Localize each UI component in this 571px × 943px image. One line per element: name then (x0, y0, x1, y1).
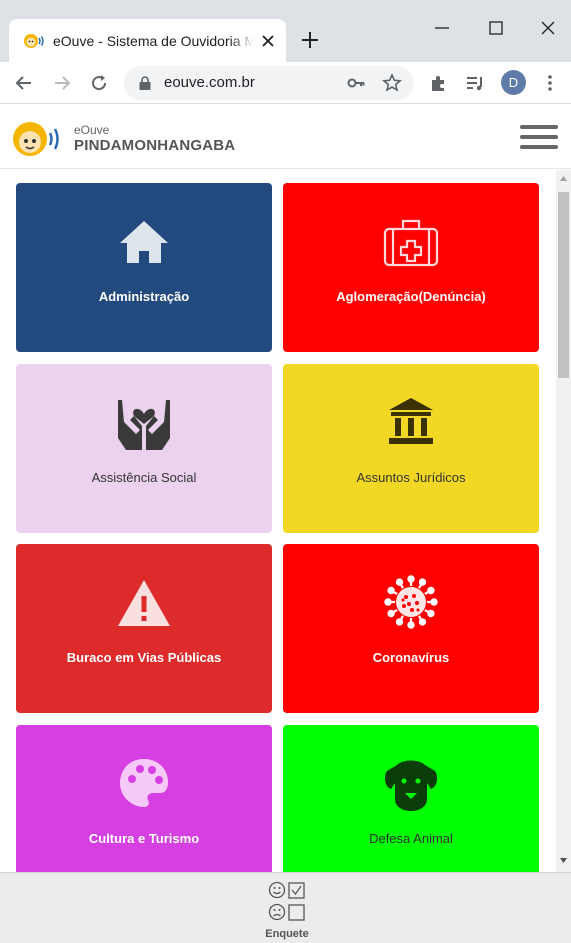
category-label: Coronavírus (372, 650, 450, 665)
category-label: Assuntos Jurídicos (356, 470, 466, 485)
address-bar[interactable]: eouve.com.br (124, 66, 414, 100)
house-icon (120, 221, 168, 263)
survey-label: Enquete (265, 928, 309, 940)
survey-button[interactable]: Enquete (258, 878, 316, 942)
category-tile-assistencia-social[interactable]: Assistência Social (16, 364, 272, 533)
palette-icon (120, 759, 168, 807)
reading-list-icon[interactable] (465, 73, 485, 93)
courthouse-icon (389, 398, 433, 444)
city-name: PINDAMONHANGABA (74, 137, 236, 154)
category-tile-buraco-vias-publicas[interactable]: Buraco em Vias Públicas (16, 544, 272, 713)
profile-avatar[interactable]: D (501, 70, 526, 95)
url-text: eouve.com.br (164, 74, 255, 91)
category-tile-defesa-animal[interactable]: Defesa Animal (283, 725, 539, 872)
key-icon[interactable] (346, 74, 366, 92)
browser-toolbar: eouve.com.br D (0, 62, 571, 104)
scroll-thumb[interactable] (558, 192, 569, 378)
scroll-down-arrow-icon[interactable] (560, 858, 567, 863)
eouve-favicon-icon (24, 33, 44, 48)
survey-icon (268, 881, 305, 921)
back-arrow-icon[interactable] (14, 73, 34, 93)
eouve-logo-icon[interactable] (12, 119, 62, 159)
tab-title: eOuve - Sistema de Ouvidoria M (53, 32, 254, 49)
category-tile-administracao[interactable]: Administração (16, 183, 272, 352)
hamburger-menu-icon[interactable] (520, 125, 558, 153)
app-header: eOuve PINDAMONHANGABA (0, 105, 571, 169)
dog-icon (384, 760, 438, 811)
more-vert-icon[interactable] (540, 73, 560, 93)
extensions-puzzle-icon[interactable] (429, 73, 449, 93)
category-tile-aglomeracao[interactable]: Aglomeração(Denúncia) (283, 183, 539, 352)
category-label: Defesa Animal (369, 831, 453, 846)
category-tile-cultura-turismo[interactable]: Cultura e Turismo (16, 725, 272, 872)
first-aid-kit-icon (383, 219, 439, 267)
virus-icon (384, 575, 438, 629)
category-tile-assuntos-juridicos[interactable]: Assuntos Jurídicos (283, 364, 539, 533)
page-scrollbar[interactable] (556, 170, 571, 872)
minimize-icon[interactable] (430, 16, 454, 40)
category-label: Buraco em Vias Públicas (66, 650, 222, 665)
reload-icon[interactable] (89, 73, 109, 93)
category-grid: Administração Aglomeração(Denúncia) Assi… (0, 170, 556, 872)
window-close-icon[interactable] (536, 16, 560, 40)
category-label: Aglomeração(Denúncia) (336, 289, 486, 304)
lock-icon (139, 76, 151, 90)
category-label: Assistência Social (91, 470, 197, 485)
category-label: Administração (98, 289, 190, 304)
browser-tab[interactable]: eOuve - Sistema de Ouvidoria M (9, 19, 286, 62)
close-icon[interactable] (260, 33, 276, 49)
bottom-bar: Enquete (0, 872, 571, 943)
brand-name: eOuve (74, 123, 110, 137)
star-icon[interactable] (382, 73, 402, 93)
browser-tabstrip: eOuve - Sistema de Ouvidoria M (0, 0, 571, 62)
category-label: Cultura e Turismo (88, 831, 200, 846)
new-tab-icon[interactable] (300, 30, 320, 50)
forward-arrow-icon[interactable] (52, 73, 72, 93)
warning-icon (118, 580, 170, 626)
maximize-icon[interactable] (484, 16, 508, 40)
hands-heart-icon (118, 400, 170, 450)
category-tile-coronavirus[interactable]: Coronavírus (283, 544, 539, 713)
scroll-up-arrow-icon[interactable] (560, 176, 567, 181)
